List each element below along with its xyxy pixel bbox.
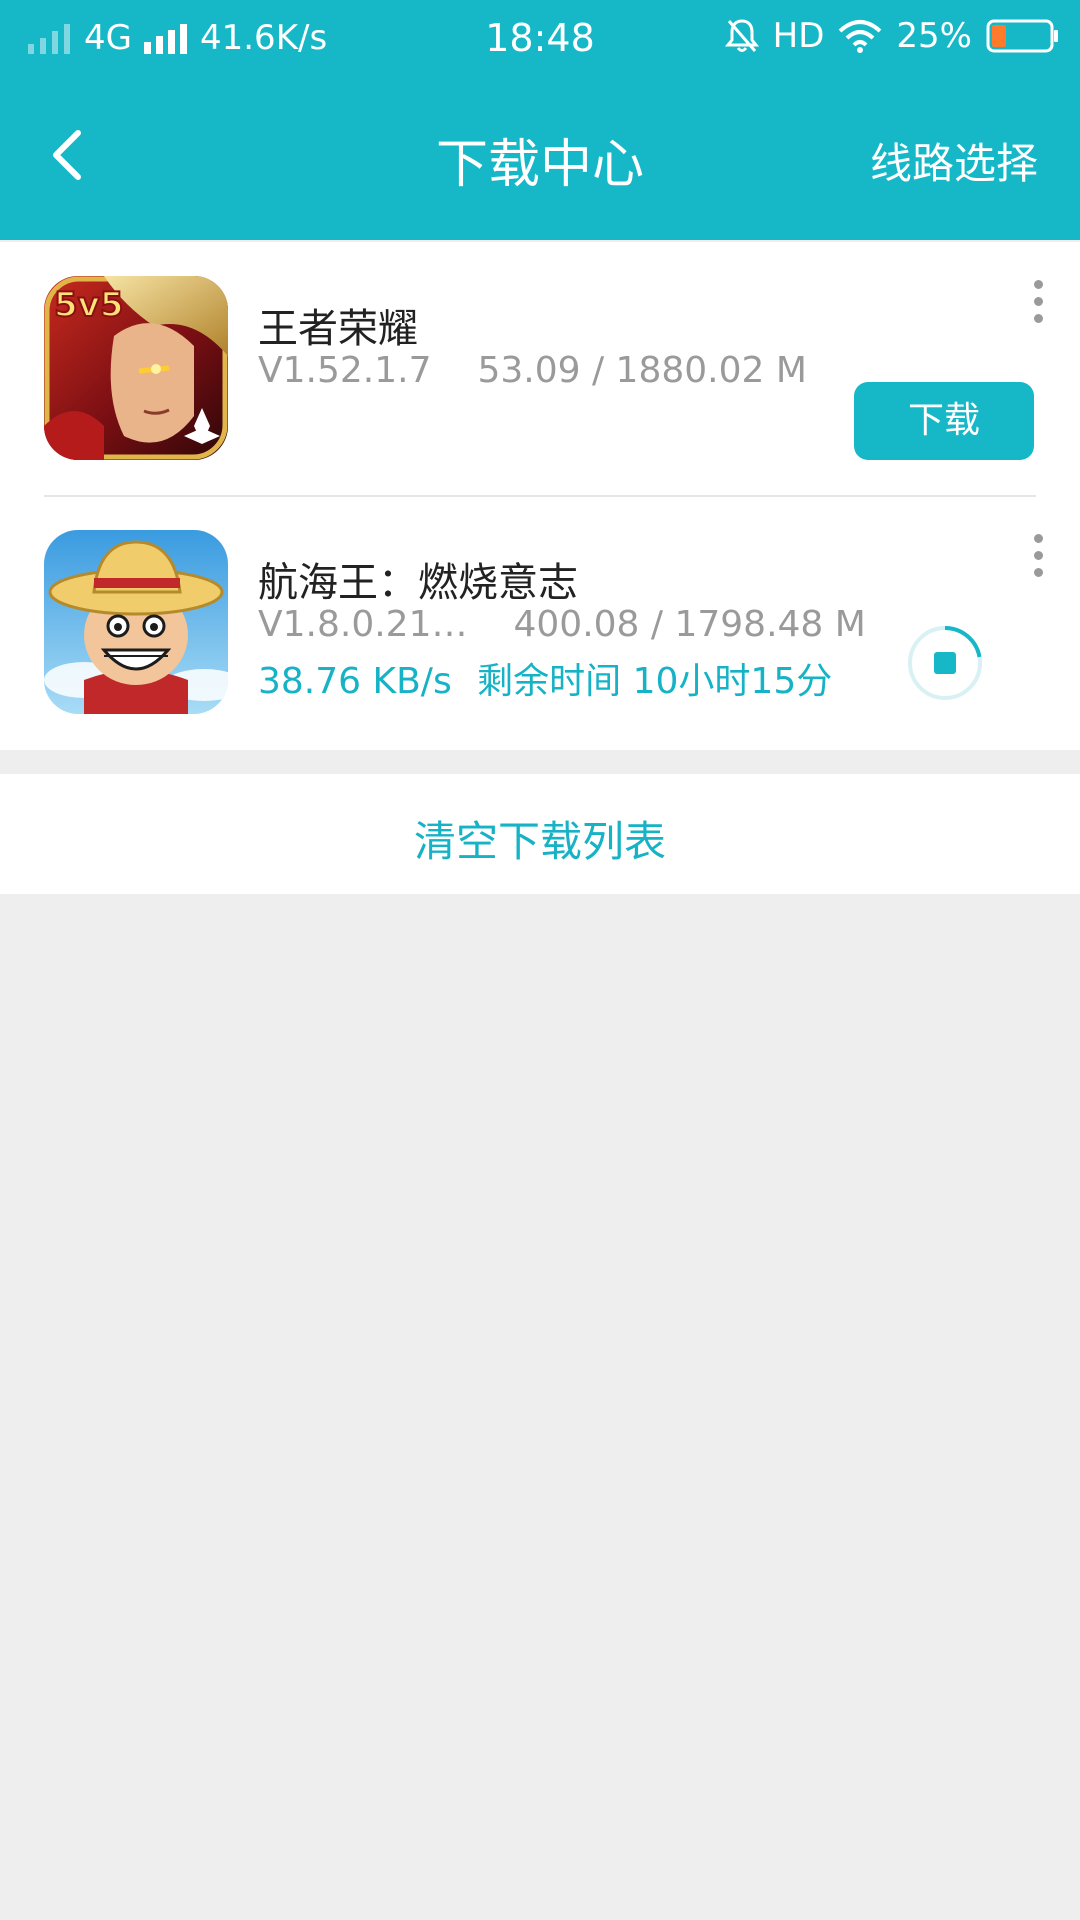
app-version: V1.52.1.7 xyxy=(258,350,432,391)
remaining-time: 剩余时间 10小时15分 xyxy=(477,661,833,702)
download-item: 航海王：燃烧意志 V1.8.0.21… 400.08 / 1798.48 M 38… xyxy=(0,496,1080,750)
download-speed: 38.76 KB/s xyxy=(258,661,452,702)
download-button[interactable]: 下载 xyxy=(854,382,1034,460)
game-icon: 5v5 xyxy=(44,276,228,460)
more-options-icon[interactable] xyxy=(1026,280,1050,340)
app-name: 航海王：燃烧意志 xyxy=(258,560,578,606)
download-list: 5v5 王者荣耀 V1.52.1.7 53.09 / 1880.02 M 下载 xyxy=(0,242,1080,750)
more-options-icon[interactable] xyxy=(1026,534,1050,594)
app-name: 王者荣耀 xyxy=(258,306,418,352)
battery-icon xyxy=(986,19,1058,53)
status-right: HD 25% xyxy=(724,16,1060,56)
pause-download-button[interactable] xyxy=(906,624,984,702)
app-icon-one-piece xyxy=(44,530,228,714)
app-meta: V1.52.1.7 53.09 / 1880.02 M xyxy=(258,350,807,391)
app-version: V1.8.0.21… xyxy=(258,604,468,645)
game-icon xyxy=(44,530,228,714)
battery-level-fill xyxy=(992,25,1006,47)
stop-icon xyxy=(934,652,956,674)
header: 下载中心 线路选择 xyxy=(0,100,1080,210)
clear-bar: 清空下载列表 xyxy=(0,774,1080,894)
bell-off-icon xyxy=(724,19,759,52)
status-bar: 4G 41.6K/s 18:48 HD 25% xyxy=(0,0,1080,76)
top-bar: 4G 41.6K/s 18:48 HD 25% 下载中心 线路选择 xyxy=(0,0,1080,240)
clear-download-list-button[interactable]: 清空下载列表 xyxy=(0,808,1080,869)
battery-percent: 25% xyxy=(896,16,972,56)
wifi-icon xyxy=(839,20,882,53)
app-size: 400.08 / 1798.48 M xyxy=(513,604,866,645)
download-item: 5v5 王者荣耀 V1.52.1.7 53.09 / 1880.02 M 下载 xyxy=(0,242,1080,497)
download-progress-text: 38.76 KB/s 剩余时间 10小时15分 xyxy=(258,652,832,704)
line-select-button[interactable]: 线路选择 xyxy=(870,130,1038,191)
app-meta: V1.8.0.21… 400.08 / 1798.48 M xyxy=(258,604,866,645)
logo-5v5: 5v5 xyxy=(54,285,123,325)
hd-label: HD xyxy=(772,16,825,56)
app-size: 53.09 / 1880.02 M xyxy=(477,350,807,391)
app-icon-honor-of-kings: 5v5 xyxy=(44,276,228,460)
